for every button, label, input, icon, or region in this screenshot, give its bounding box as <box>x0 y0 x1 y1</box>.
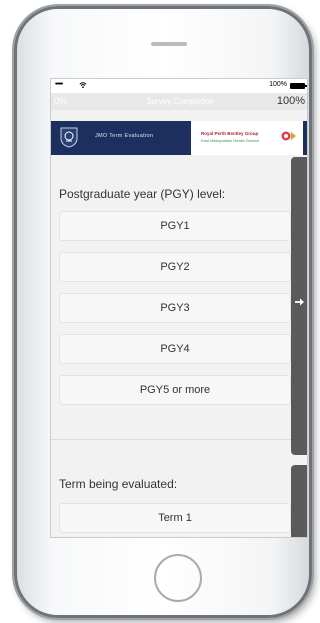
crest-logo-icon <box>60 127 78 148</box>
signal-icon: ••••• <box>55 81 63 88</box>
org-name: Royal Perth Bentley Group <box>201 131 259 136</box>
banner-navy-block: JMO Term Evaluation <box>51 121 191 155</box>
progress-end-label: 100% <box>276 95 305 107</box>
progress-title: Survey Completion <box>146 97 214 106</box>
question-title-term: Term being evaluated: <box>59 477 178 491</box>
choice-term-1[interactable]: Term 1 <box>59 503 291 533</box>
survey-progress-bar: 0% Survey Completion 100% <box>51 93 307 110</box>
banner-edge <box>303 121 307 155</box>
next-button[interactable] <box>291 157 307 455</box>
choice-pgy2[interactable]: PGY2 <box>59 252 291 282</box>
choice-pgy3[interactable]: PGY3 <box>59 293 291 323</box>
battery-icon <box>290 83 307 89</box>
home-button[interactable] <box>154 554 202 602</box>
section-divider <box>51 439 291 440</box>
wifi-icon <box>79 82 87 88</box>
choice-pgy5-or-more[interactable]: PGY5 or more <box>59 375 291 405</box>
phone-speaker <box>151 42 187 46</box>
next-button-secondary[interactable] <box>291 465 307 537</box>
question-title-pgy: Postgraduate year (PGY) level: <box>59 187 226 201</box>
arrow-right-icon <box>295 298 304 306</box>
choice-pgy4[interactable]: PGY4 <box>59 334 291 364</box>
phone-screen: ••••• 100% 0% Survey Completion 100% JMO… <box>50 78 308 538</box>
banner-title: JMO Term Evaluation <box>95 133 154 139</box>
org-subtitle: East Metropolitan Health Service <box>201 138 260 143</box>
health-service-logo-icon <box>281 131 296 141</box>
survey-content: Postgraduate year (PGY) level: PGY1 PGY2… <box>51 157 291 537</box>
battery-percent: 100% <box>269 81 287 88</box>
choice-pgy1[interactable]: PGY1 <box>59 211 291 241</box>
survey-banner: JMO Term Evaluation Royal Perth Bentley … <box>51 121 307 155</box>
status-bar: ••••• 100% <box>51 79 307 93</box>
